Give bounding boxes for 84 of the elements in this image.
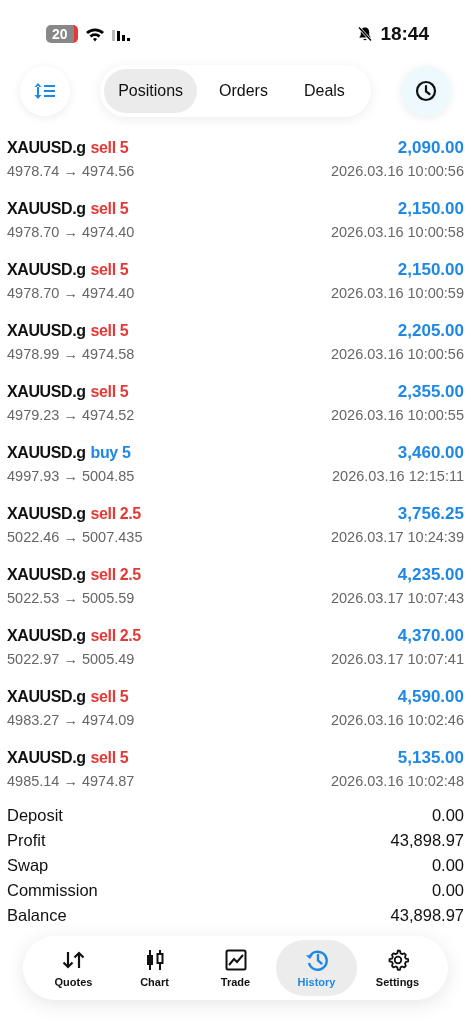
profit-value: 3,756.25 [397,504,464,524]
price-range: 4978.70 → 4974.40 [7,285,135,301]
profit-value: 3,460.00 [397,443,464,463]
summary-label: Swap [7,856,49,875]
side-label: sell 5 [90,383,129,401]
profit-value: 2,205.00 [397,321,464,341]
summary-value: 43,898.97 [390,831,464,850]
price-range: 4985.14 → 4974.87 [7,773,135,789]
clock-time: 18:44 [380,23,429,45]
symbol-label: XAUUSD.g [7,139,86,157]
settings-icon [386,948,409,971]
deal-time: 2026.03.16 10:00:55 [330,407,464,423]
side-label: sell 5 [90,200,129,218]
battery-indicator: 20 [46,25,78,43]
deal-time: 2026.03.16 10:02:48 [330,773,464,789]
clock-icon[interactable] [415,80,437,102]
profit-value: 2,150.00 [397,199,464,219]
tab[interactable]: Positions [104,69,198,113]
deal-time: 2026.03.17 10:07:41 [330,651,464,667]
summary-value: 0.00 [431,856,464,875]
tab[interactable]: Deals [289,69,359,113]
side-label: sell 5 [90,688,129,706]
deal-time: 2026.03.17 10:24:39 [330,529,464,545]
wifi-icon [84,26,105,42]
tab[interactable]: Orders [205,69,282,113]
line-chart-icon [224,948,247,971]
side-label: sell 5 [90,749,129,767]
deal-time: 2026.03.16 10:00:58 [330,224,464,240]
symbol-label: XAUUSD.g [7,688,86,706]
price-range: 5022.53 → 5005.59 [7,590,135,606]
summary-value: 43,898.97 [390,906,464,925]
deal-time: 2026.03.16 10:00:56 [330,163,464,179]
muted-bell-icon [357,26,374,42]
summary-value: 0.00 [431,881,464,900]
sort-icon[interactable] [34,82,56,100]
profit-value: 4,235.00 [397,565,464,585]
summary-label: Profit [7,831,46,850]
price-range: 4978.70 → 4974.40 [7,224,135,240]
deal-time: 2026.03.16 10:00:56 [330,346,464,362]
deal-time: 2026.03.17 10:07:43 [330,590,464,606]
summary-label: Deposit [7,806,63,825]
history-icon [304,948,329,971]
price-range: 5022.46 → 5007.435 [7,529,143,545]
price-range: 4978.74 → 4974.56 [7,163,135,179]
symbol-label: XAUUSD.g [7,322,86,340]
profit-value: 2,355.00 [397,382,464,402]
price-range: 5022.97 → 5005.49 [7,651,135,667]
summary-label: Commission [7,881,98,900]
sort-button[interactable] [20,66,70,116]
deal-time: 2026.03.16 10:02:46 [330,712,464,728]
side-label: sell 5 [90,261,129,279]
symbol-label: XAUUSD.g [7,261,86,279]
profit-value: 4,370.00 [397,626,464,646]
price-range: 4979.23 → 4974.52 [7,407,135,423]
profit-value: 4,590.00 [397,687,464,707]
side-label: sell 2.5 [90,566,141,584]
price-range: 4978.99 → 4974.58 [7,346,135,362]
nav-tab[interactable]: Settings [357,940,438,996]
symbol-label: XAUUSD.g [7,627,86,645]
nav-tab[interactable]: Trade [195,940,276,996]
symbol-label: XAUUSD.g [7,200,86,218]
symbol-label: XAUUSD.g [7,505,86,523]
nav-tab[interactable]: Quotes [33,940,114,996]
summary-label: Balance [7,906,67,925]
deal-time: 2026.03.16 12:15:11 [332,468,464,484]
side-label: sell 2.5 [90,627,141,645]
symbol-label: XAUUSD.g [7,444,86,462]
nav-tab[interactable]: Chart [114,940,195,996]
profit-value: 5,135.00 [397,748,464,768]
profit-value: 2,090.00 [397,138,464,158]
side-label: buy 5 [90,444,131,462]
symbol-label: XAUUSD.g [7,383,86,401]
symbol-label: XAUUSD.g [7,566,86,584]
profit-value: 2,150.00 [397,260,464,280]
price-range: 4997.93 → 5004.85 [7,468,135,484]
price-range: 4983.27 → 4974.09 [7,712,135,728]
side-label: sell 5 [90,139,129,157]
deal-time: 2026.03.16 10:00:59 [330,285,464,301]
symbol-label: XAUUSD.g [7,749,86,767]
clock-button[interactable] [401,66,451,116]
signal-icon [111,27,130,41]
side-label: sell 2.5 [90,505,141,523]
summary-value: 0.00 [431,806,464,825]
side-label: sell 5 [90,322,129,340]
